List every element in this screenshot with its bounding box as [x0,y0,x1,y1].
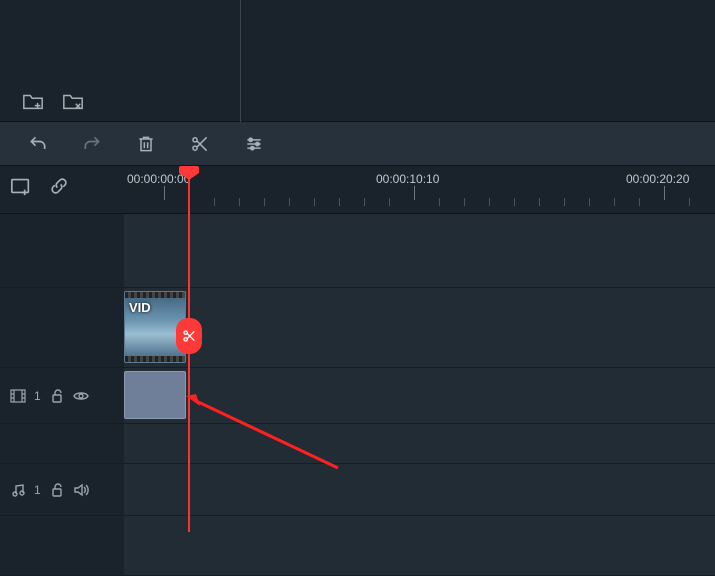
video-track-header: 1 [0,368,124,423]
clip-label: VID [129,300,151,315]
audio-track-number: 1 [34,483,41,497]
video-track-2-content[interactable] [124,368,715,423]
add-track-icon[interactable] [10,176,32,196]
audio-track-content[interactable] [124,464,715,515]
video-track-label [0,288,124,367]
unlock-icon[interactable] [49,483,65,497]
split-icon[interactable] [190,134,210,154]
video-track-content[interactable]: VID [124,288,715,367]
ruler-time-1: 00:00:10:10 [376,172,439,186]
film-icon [10,389,26,403]
ruler-time-2: 00:00:20:20 [626,172,689,186]
linked-audio-clip[interactable] [124,371,186,419]
audio-spacer-content[interactable] [124,424,715,463]
preview-panel [0,0,715,122]
bottom-spacer[interactable] [124,516,715,575]
undo-icon[interactable] [28,134,48,154]
delete-icon[interactable] [136,134,156,154]
redo-icon[interactable] [82,134,102,154]
delete-folder-icon[interactable] [62,91,84,111]
timeline-toolbar [0,122,715,166]
unlock-icon[interactable] [49,389,65,403]
audio-track-header: 1 [0,464,124,515]
music-icon [10,483,26,497]
eye-icon[interactable] [73,389,89,403]
video-track-number: 1 [34,389,41,403]
timeline-tracks: VID 1 1 [0,214,715,576]
split-marker[interactable] [176,318,202,354]
track-spacer[interactable] [124,214,715,287]
timeline-ruler[interactable]: 00:00:00:00 00:00:10:10 00:00:20:20 [0,166,715,214]
new-folder-icon[interactable] [22,91,44,111]
link-icon[interactable] [48,176,70,196]
speaker-icon[interactable] [73,483,89,497]
track-spacer-label [0,214,124,287]
audio-spacer-label [0,424,124,463]
settings-icon[interactable] [244,134,264,154]
playhead-marker[interactable] [179,166,199,180]
bottom-spacer-label [0,516,124,575]
panel-divider [240,0,241,122]
